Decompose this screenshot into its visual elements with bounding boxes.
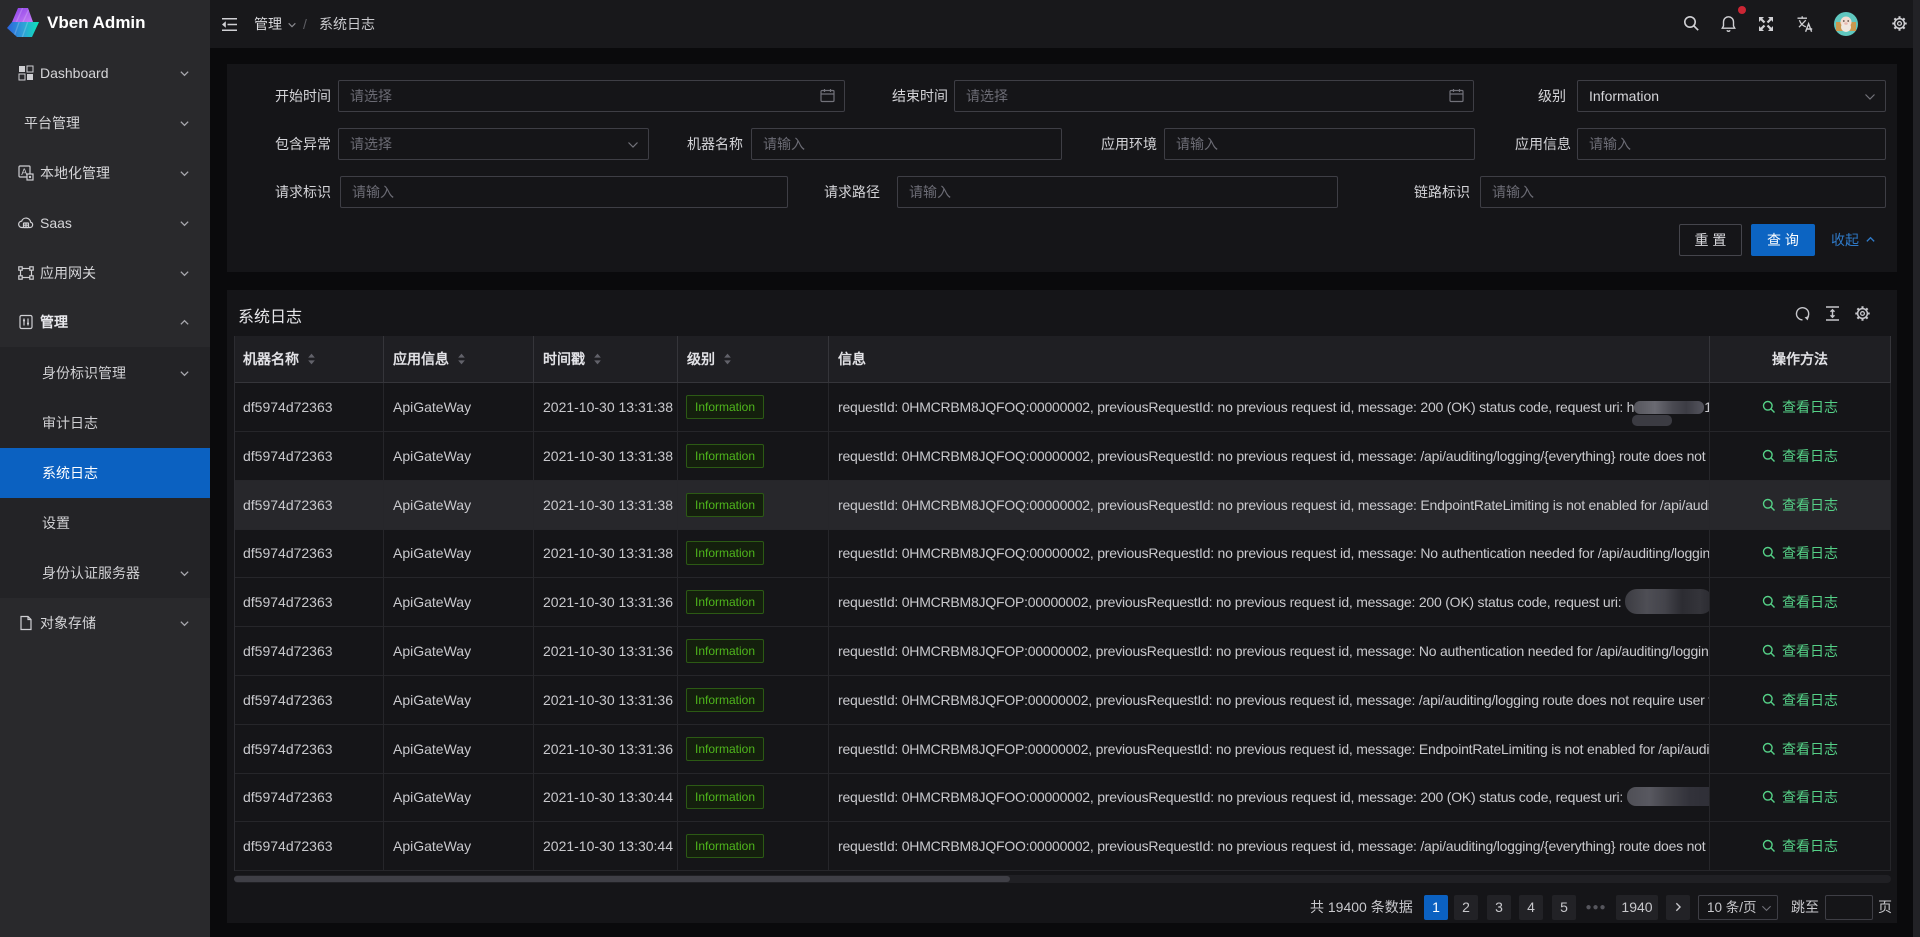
svg-text:A: A — [21, 167, 27, 177]
